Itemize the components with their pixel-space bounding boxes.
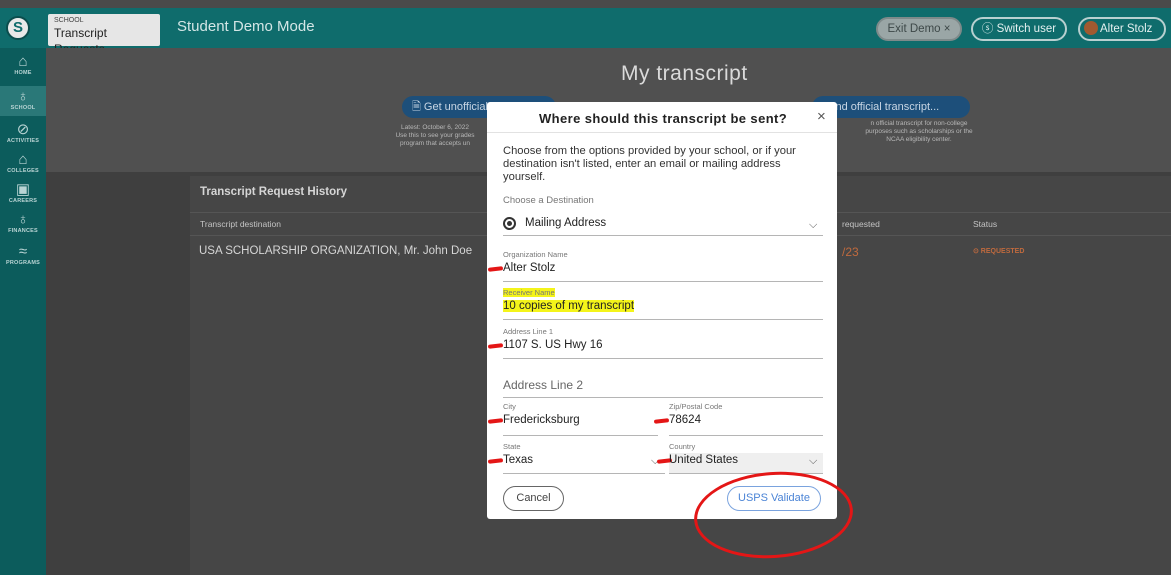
official-note-line: purposes such as scholarships or the [865,128,973,135]
nav-home[interactable]: ⌂ HOME [0,54,46,77]
address-line-1-value: 1107 S. US Hwy 16 [503,339,603,351]
nav-careers-label: CAREERS [8,198,38,204]
nav-programs-label: PROGRAMS [6,260,40,266]
table-row-destination[interactable]: USA SCHOLARSHIP ORGANIZATION, Mr. John D… [199,245,472,257]
avatar-icon [1084,21,1098,35]
switch-user-button[interactable]: ⓢ Switch user [971,17,1067,41]
nav-colleges[interactable]: ⌂ COLLEGES [0,152,46,175]
choose-destination-label: Choose a Destination [503,195,594,206]
school-icon: ♁ [17,88,29,105]
history-title: Transcript Request History [200,186,347,198]
address-line-1-field[interactable]: Address Line 1 1107 S. US Hwy 16 [487,327,823,359]
destination-select[interactable]: Mailing Address ⌵ [503,214,823,236]
app-logo-icon[interactable]: S [6,16,30,40]
organization-name-label: Organization Name [503,250,568,259]
redaction-mark [487,343,504,349]
state-label: State [503,442,521,451]
finances-icon: ♁ [17,211,29,228]
mailing-address-icon [503,217,516,230]
dialog-instructions: Choose from the options provided by your… [503,145,796,183]
state-select[interactable]: State Texas ⌵ [487,442,665,474]
city-label: City [503,402,516,411]
user-menu-button[interactable]: Alter Stolz [1078,17,1166,41]
redaction-mark [487,418,504,424]
nav-school-label: SCHOOL [10,105,36,111]
redaction-mark [487,266,504,272]
destination-value: Mailing Address [525,217,607,229]
left-nav-rail: ⌂ HOME ♁ SCHOOL ⊘ ACTIVITIES ⌂ COLLEGES … [0,48,46,575]
user-name: Alter Stolz [1100,23,1153,35]
top-bar: S SCHOOL Transcript Requests Student Dem… [0,8,1171,56]
receiver-name-label: Receiver Name [503,288,555,297]
dialog-divider [487,132,837,133]
status-badge: ⊙ REQUESTED [973,248,1025,255]
zip-code-field[interactable]: Zip/Postal Code 78624 [653,402,823,436]
official-note-line: n official transcript for non-college [870,120,968,127]
chevron-down-icon: ⌵ [809,455,818,467]
city-field[interactable]: City Fredericksburg [487,402,658,436]
page-title: My transcript [621,62,748,85]
nav-finances-label: FINANCES [8,228,38,234]
country-value: United States [669,454,739,466]
address-line-2-field[interactable]: Address Line 2 [503,370,823,398]
unofficial-note-line: Latest: October 6, 2022 [401,124,469,131]
country-select[interactable]: Country United States ⌵ [656,442,823,474]
nav-careers[interactable]: ▣ CAREERS [0,182,46,205]
cancel-button[interactable]: Cancel [503,486,564,511]
nav-colleges-label: COLLEGES [7,168,39,174]
colleges-icon: ⌂ [18,151,28,168]
redaction-mark [653,418,670,424]
address-line-1-label: Address Line 1 [503,327,554,336]
official-note-line: NCAA eligibility center. [886,136,952,143]
careers-icon: ▣ [15,181,31,198]
organization-name-value: Alter Stolz [503,262,556,274]
nav-programs[interactable]: ≈ PROGRAMS [0,244,46,267]
col-status: Status [973,219,998,229]
unofficial-note-line: Use this to see your grades [395,132,475,139]
activities-icon: ⊘ [16,121,30,138]
exit-demo-button[interactable]: Exit Demo × [876,17,962,41]
home-icon: ⌂ [18,53,28,70]
nav-activities[interactable]: ⊘ ACTIVITIES [0,122,46,145]
address-line-2-placeholder: Address Line 2 [503,378,584,392]
nav-home-label: HOME [14,70,32,76]
nav-school[interactable]: ♁ SCHOOL [0,86,46,116]
chevron-down-icon: ⌵ [809,219,818,231]
organization-name-field[interactable]: Organization Name Alter Stolz [487,250,823,282]
zip-code-value: 78624 [669,414,701,426]
zip-code-label: Zip/Postal Code [669,402,723,411]
nav-finances[interactable]: ♁ FINANCES [0,212,46,235]
city-value: Fredericksburg [503,414,580,426]
receiver-name-field[interactable]: Receiver Name 10 copies of my transcript [503,288,823,320]
dialog-title: Where should this transcript be sent? [539,111,788,126]
col-destination: Transcript destination [200,219,281,229]
receiver-name-value: 10 copies of my transcript [503,300,635,312]
school-tab[interactable]: SCHOOL Transcript Requests [48,14,160,56]
official-note: n official transcript for non-college pu… [839,120,999,144]
unofficial-note-line: program that accepts un [399,140,471,147]
demo-mode-title: Student Demo Mode [177,18,315,35]
state-value: Texas [503,454,534,466]
nav-activities-label: ACTIVITIES [6,138,40,144]
table-row-date: /23 [842,245,859,259]
col-requested: requested [842,219,880,229]
country-label: Country [669,442,823,453]
redaction-mark [487,458,504,464]
close-icon[interactable]: × [817,109,826,125]
unofficial-note: Latest: October 6, 2022 Use this to see … [380,124,490,148]
school-caption: SCHOOL [54,17,84,24]
destination-dialog: Where should this transcript be sent? × … [487,102,837,519]
programs-icon: ≈ [18,243,28,260]
